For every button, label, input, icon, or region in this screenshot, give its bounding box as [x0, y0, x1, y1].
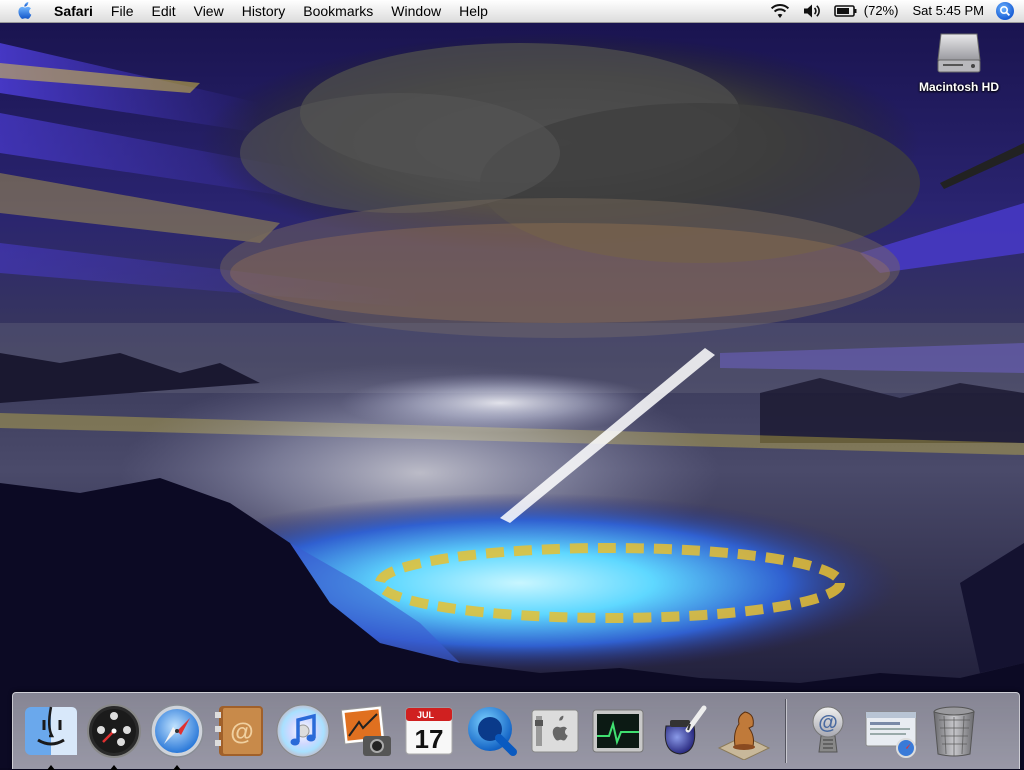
- spotlight-icon[interactable]: [996, 2, 1014, 20]
- menu-file[interactable]: File: [102, 0, 143, 22]
- apple-menu-icon[interactable]: [16, 1, 36, 21]
- quicktime-icon: [467, 707, 517, 756]
- dock: @ JUL 17 @: [12, 692, 1020, 770]
- dock-downloads[interactable]: [861, 701, 921, 761]
- trash-icon: [932, 706, 975, 757]
- ical-day: 17: [414, 724, 443, 754]
- dock-chess[interactable]: [714, 701, 774, 761]
- menu-bar: Safari File Edit View History Bookmarks …: [0, 0, 1024, 23]
- desktop-icon-label: Macintosh HD: [918, 80, 999, 94]
- menu-history[interactable]: History: [233, 0, 295, 22]
- menu-view[interactable]: View: [185, 0, 233, 22]
- hard-drive-icon: [937, 33, 981, 73]
- dock-dashboard[interactable]: [84, 701, 144, 770]
- wifi-icon[interactable]: [770, 3, 790, 19]
- menu-help[interactable]: Help: [450, 0, 497, 22]
- downloads-icon: [865, 711, 916, 758]
- script-editor-icon: [664, 705, 706, 755]
- mail-icon: @: [812, 706, 843, 753]
- dock-mail[interactable]: @: [798, 701, 858, 761]
- dock-system-preferences[interactable]: [525, 701, 585, 761]
- menu-extras: (72%) Sat 5:45 PM: [764, 0, 1024, 22]
- svg-text:@: @: [230, 719, 253, 746]
- iphoto-icon: [340, 705, 391, 756]
- dock-script-editor[interactable]: [651, 701, 711, 761]
- volume-icon[interactable]: [802, 3, 822, 19]
- address-book-icon: @: [214, 706, 263, 756]
- ical-month: JUL: [417, 710, 435, 720]
- finder-icon: [24, 706, 77, 755]
- menu-edit[interactable]: Edit: [142, 0, 184, 22]
- itunes-icon: [276, 704, 329, 758]
- dock-separator: [785, 699, 786, 763]
- activity-monitor-icon: [592, 709, 643, 753]
- dock-ical[interactable]: JUL 17: [399, 701, 459, 761]
- dock-activity-monitor[interactable]: [588, 701, 648, 761]
- dock-address-book[interactable]: @: [210, 701, 270, 761]
- svg-text:@: @: [818, 712, 838, 734]
- desktop-wallpaper: [0, 23, 1024, 768]
- safari-icon: [149, 704, 204, 758]
- menu-clock[interactable]: Sat 5:45 PM: [912, 0, 984, 22]
- dock-finder[interactable]: [21, 701, 81, 770]
- menu-app-safari[interactable]: Safari: [48, 0, 102, 22]
- dock-safari[interactable]: [147, 701, 207, 770]
- battery-percent[interactable]: (72%): [864, 0, 899, 22]
- battery-icon[interactable]: [833, 4, 858, 18]
- dock-trash[interactable]: [924, 701, 984, 761]
- dock-itunes[interactable]: [273, 701, 333, 761]
- menu-bookmarks[interactable]: Bookmarks: [294, 0, 382, 22]
- menu-window[interactable]: Window: [382, 0, 450, 22]
- dock-quicktime[interactable]: [462, 701, 522, 761]
- ical-icon: JUL 17: [405, 707, 452, 755]
- dashboard-icon: [86, 704, 141, 758]
- system-preferences-icon: [531, 709, 578, 753]
- dock-iphoto[interactable]: [336, 701, 396, 761]
- desktop-icon-macintosh-hd[interactable]: Macintosh HD: [904, 30, 1014, 94]
- chess-icon: [717, 711, 770, 760]
